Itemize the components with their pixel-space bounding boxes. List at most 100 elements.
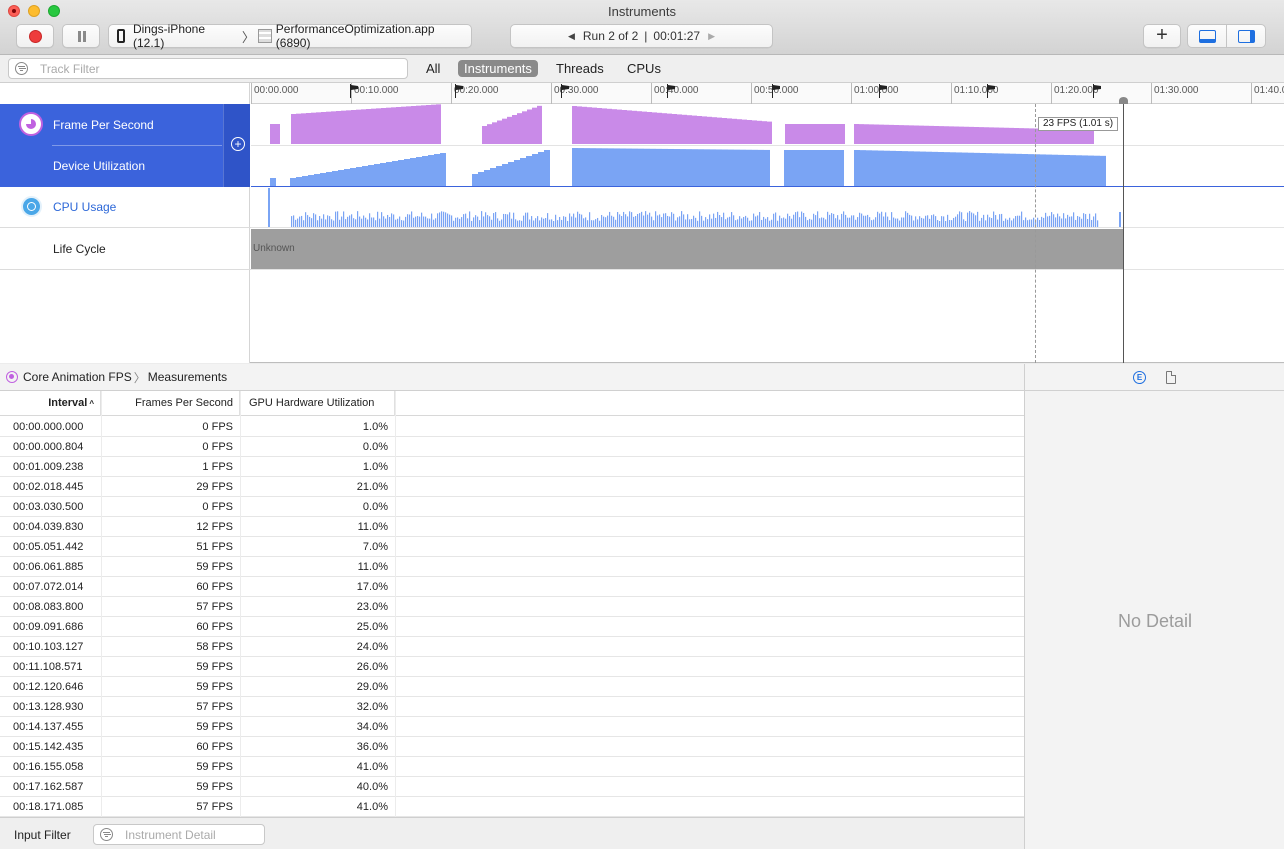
table-row[interactable]: 00:13.128.930 57 FPS 32.0% [0, 697, 1024, 717]
track-label-life-cycle[interactable]: Life Cycle [53, 242, 106, 256]
column-interval[interactable]: Interval ^ [0, 391, 101, 416]
cpu-usage-spike [419, 216, 421, 227]
scope-threads[interactable]: Threads [550, 60, 610, 77]
scope-instruments[interactable]: Instruments [458, 60, 538, 77]
cpu-usage-spike [435, 218, 437, 227]
table-row[interactable]: 00:00.000.000 0 FPS 1.0% [0, 417, 1024, 437]
cpu-usage-spike [1003, 220, 1005, 227]
track-filter-field[interactable]: Track Filter [8, 58, 408, 79]
flag-icon[interactable] [772, 84, 780, 98]
playhead-handle[interactable] [1119, 97, 1128, 104]
cpu-usage-spike [517, 220, 519, 227]
toggle-detail-area-button[interactable] [1187, 24, 1227, 48]
fps-bar [1084, 129, 1089, 144]
table-row[interactable]: 00:03.030.500 0 FPS 0.0% [0, 497, 1024, 517]
cpu-usage-spike [693, 215, 695, 227]
flag-icon[interactable] [350, 84, 358, 98]
table-row[interactable]: 00:16.155.058 59 FPS 41.0% [0, 757, 1024, 777]
table-row[interactable]: 00:05.051.442 51 FPS 7.0% [0, 537, 1024, 557]
pause-button[interactable] [62, 24, 100, 48]
table-row[interactable]: 00:10.103.127 58 FPS 24.0% [0, 637, 1024, 657]
cpu-usage-spike [697, 220, 699, 227]
table-row[interactable]: 00:07.072.014 60 FPS 17.0% [0, 577, 1024, 597]
track-graphs[interactable]: Unknown 23 FPS (1.01 s) [251, 104, 1284, 363]
cpu-usage-spike [473, 217, 475, 227]
device-utilization-bar [728, 149, 734, 186]
track-divider [251, 227, 1284, 228]
table-row[interactable]: 00:02.018.445 29 FPS 21.0% [0, 477, 1024, 497]
table-row[interactable]: 00:17.162.587 59 FPS 40.0% [0, 777, 1024, 797]
flag-icon[interactable] [1093, 84, 1101, 98]
document-icon[interactable] [1166, 371, 1176, 384]
device-utilization-bar [826, 150, 832, 186]
cpu-usage-spike [299, 216, 301, 227]
cell-gpu-utilization: 26.0% [356, 661, 388, 673]
playhead[interactable] [1123, 104, 1124, 363]
run-navigator[interactable]: ◀ Run 2 of 2 | 00:01:27 ▶ [510, 24, 773, 48]
extended-detail-icon[interactable]: E [1133, 371, 1146, 384]
instrument-detail-field[interactable]: Instrument Detail [93, 824, 265, 845]
time-ruler[interactable]: 00:00.000 00:10.000 00:20.000 00:30.000 … [251, 83, 1284, 104]
cpu-usage-spike [795, 212, 797, 227]
input-filter-label[interactable]: Input Filter [14, 828, 71, 842]
device-utilization-bar [1100, 155, 1106, 186]
table-row[interactable]: 00:08.083.800 57 FPS 23.0% [0, 597, 1024, 617]
device-utilization-bar [902, 151, 908, 186]
cpu-usage-spike [331, 219, 333, 227]
add-track-icon[interactable]: + [231, 137, 245, 151]
fps-bar [757, 120, 762, 144]
cpu-usage-spike [451, 215, 453, 227]
table-row[interactable]: 00:06.061.885 59 FPS 11.0% [0, 557, 1024, 577]
next-run-icon[interactable]: ▶ [708, 31, 715, 42]
cpu-usage-spike [1023, 220, 1025, 227]
cpu-usage-spike [377, 211, 379, 227]
device-utilization-bar [860, 150, 866, 186]
table-row[interactable]: 00:04.039.830 12 FPS 11.0% [0, 517, 1024, 537]
breadcrumb-view[interactable]: Measurements [148, 370, 227, 384]
flag-icon[interactable] [879, 84, 887, 98]
column-fps[interactable]: Frames Per Second [101, 391, 240, 416]
flag-icon[interactable] [987, 84, 995, 98]
cpu-usage-spike [433, 219, 435, 227]
table-row[interactable]: 00:12.120.646 59 FPS 29.0% [0, 677, 1024, 697]
cell-fps: 29 FPS [196, 481, 233, 493]
table-row[interactable]: 00:14.137.455 59 FPS 34.0% [0, 717, 1024, 737]
flag-icon[interactable] [667, 84, 675, 98]
cpu-usage-spike [293, 215, 295, 227]
table-row[interactable]: 00:11.108.571 59 FPS 26.0% [0, 657, 1024, 677]
table-row[interactable]: 00:00.000.804 0 FPS 0.0% [0, 437, 1024, 457]
cpu-usage-spike [335, 211, 337, 227]
column-gpu-utilization[interactable]: GPU Hardware Utilization [240, 391, 395, 416]
cpu-usage-spike [495, 212, 497, 227]
track-label-cpu-usage[interactable]: CPU Usage [53, 200, 116, 214]
table-row[interactable]: 00:15.142.435 60 FPS 36.0% [0, 737, 1024, 757]
cpu-usage-spike [801, 211, 803, 227]
cell-fps: 59 FPS [196, 721, 233, 733]
table-row[interactable]: 00:18.171.085 57 FPS 41.0% [0, 797, 1024, 817]
target-chooser[interactable]: Dings-iPhone (12.1) 〉 PerformanceOptimiz… [108, 22, 472, 50]
scope-cpus[interactable]: CPUs [621, 60, 667, 77]
cpu-usage-spike [937, 220, 939, 227]
cpu-usage-spike [543, 218, 545, 227]
fps-bar [974, 127, 979, 144]
cpu-usage-spike [869, 217, 871, 227]
cpu-usage-spike [891, 212, 893, 227]
previous-run-icon[interactable]: ◀ [568, 31, 575, 42]
run-label: Run 2 of 2 [582, 29, 639, 43]
cpu-usage-spike [763, 216, 765, 227]
breadcrumb-instrument[interactable]: Core Animation FPS [23, 370, 132, 384]
scope-all[interactable]: All [420, 60, 446, 77]
table-row[interactable]: 00:01.009.238 1 FPS 1.0% [0, 457, 1024, 477]
flag-icon[interactable] [455, 84, 463, 98]
device-utilization-bar [572, 148, 578, 186]
record-button[interactable] [16, 24, 54, 48]
table-row[interactable]: 00:09.091.686 60 FPS 25.0% [0, 617, 1024, 637]
device-name: Dings-iPhone (12.1) [132, 22, 206, 50]
cpu-usage-spike [683, 214, 685, 227]
flag-icon[interactable] [561, 84, 569, 98]
instrument-core-animation-fps[interactable]: Frame Per Second Device Utilization + [0, 104, 250, 187]
add-instrument-button[interactable]: + [1143, 24, 1181, 48]
cpu-usage-spike [555, 214, 557, 227]
toggle-inspector-button[interactable] [1226, 24, 1266, 48]
fps-bar [592, 107, 597, 144]
